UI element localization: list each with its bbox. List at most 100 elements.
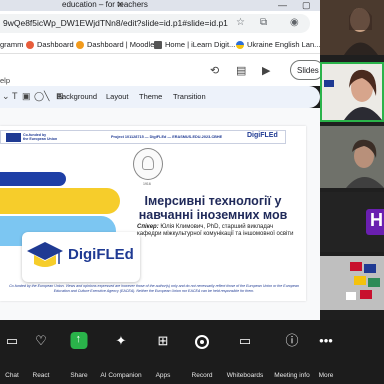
slide-footer: Co-funded by the European Union. Views a…: [9, 284, 299, 293]
bookmarks-bar: gramm Dashboard Dashboard | Moodle Home …: [0, 36, 320, 54]
comment-icon[interactable]: ▤: [236, 64, 246, 77]
speaker-heading: Спікер:: [137, 224, 159, 230]
video-icon[interactable]: ▶: [262, 64, 270, 77]
toolbar-layout[interactable]: Layout: [106, 92, 129, 101]
sparkle-icon: ✦: [115, 333, 127, 348]
logo-text: DigiFLEd: [68, 246, 134, 263]
whiteboard-icon: ▭: [238, 333, 252, 348]
participant-video-2: [322, 64, 382, 120]
university-seal-icon: [133, 148, 163, 180]
share-label: Share: [70, 372, 88, 379]
chat-button[interactable]: ▭ Chat: [0, 320, 24, 384]
more-icon: •••: [319, 333, 333, 348]
maximize-icon[interactable]: ▢: [302, 0, 311, 10]
react-label: React: [32, 372, 50, 379]
tab-title[interactable]: education – for teachers: [62, 0, 148, 10]
image-icon[interactable]: ▣: [22, 91, 31, 102]
info-icon: ⓘ: [285, 333, 299, 348]
bookmark-label: Home | iLearn Digit...: [165, 40, 236, 49]
share-icon: ↑: [70, 332, 88, 349]
speaker-block[interactable]: Спікер: Юлія Климович, PhD, старший викл…: [137, 224, 297, 238]
participant-tile-5[interactable]: [320, 256, 384, 310]
eu-label: Co-funded by the European Union: [23, 133, 58, 141]
header-logo: DigiFLEd: [247, 132, 278, 139]
toolbar-transition[interactable]: Transition: [173, 92, 206, 101]
profile-icon[interactable]: ◉: [290, 17, 299, 28]
ai-companion-label: AI Companion: [100, 372, 142, 379]
ilearn-icon: [154, 40, 162, 49]
slide-title[interactable]: Імерсивні технології у навчанні іноземни…: [128, 194, 298, 222]
address-bar-row: 9wQe8f5icWp_DW1EWjdTNn8/edit?slide=id.p1…: [0, 11, 320, 36]
text-box-icon[interactable]: T: [12, 91, 18, 101]
bookmark-label: Ukraine English Lan...: [247, 40, 321, 49]
participant-video-5: [320, 256, 384, 310]
apps-button[interactable]: ⊞ Apps: [146, 320, 180, 384]
toolbar-background[interactable]: Background: [57, 92, 97, 101]
bookmark-3[interactable]: Dashboard | Moodle: [76, 40, 154, 49]
ukraine-icon: [236, 40, 244, 49]
bookmark-label: gramm: [0, 40, 24, 49]
more-label: More: [318, 372, 334, 379]
bookmark-label: Dashboard: [37, 40, 74, 49]
eu-flag-icon: [6, 133, 21, 142]
seal-year: 1916: [143, 182, 151, 186]
url-text[interactable]: 9wQe8f5icWp_DW1EWjdTNn8/edit?slide=id.p1…: [3, 18, 228, 28]
slide[interactable]: Co-funded by the European Union Project …: [0, 126, 306, 301]
apps-icon: ⊞: [157, 333, 169, 348]
participant-tile-2-active-speaker[interactable]: [320, 62, 384, 122]
history-icon[interactable]: ⟲: [210, 64, 219, 77]
moodle-icon: [76, 40, 84, 49]
star-icon[interactable]: ☆: [236, 17, 245, 28]
toolbar-theme[interactable]: Theme: [139, 92, 162, 101]
record-button[interactable]: Record: [186, 320, 218, 384]
record-label: Record: [191, 372, 213, 379]
zoom-control-bar: ▭ Chat ♡ React ↑ Share ✦ AI Companion ⊞ …: [0, 320, 384, 384]
apps-label: Apps: [155, 372, 171, 379]
whiteboards-button[interactable]: ▭ Whiteboards: [222, 320, 268, 384]
participant-avatar: H: [366, 209, 384, 235]
participant-tile-4[interactable]: H: [320, 192, 384, 252]
participant-tile-3[interactable]: [320, 126, 384, 188]
slides-app-bar: elp ⟲ ▤ ▶ Slides: [0, 54, 324, 86]
chat-label: Chat: [5, 372, 19, 379]
bookmark-2[interactable]: Dashboard: [26, 40, 74, 49]
meeting-info-button[interactable]: ⓘ Meeting info: [272, 320, 312, 384]
ai-companion-button[interactable]: ✦ AI Companion: [98, 320, 144, 384]
extension-icon[interactable]: ⧉: [260, 17, 267, 28]
slide-header-banner: Co-funded by the European Union Project …: [0, 130, 286, 144]
chat-icon: ▭: [5, 333, 19, 348]
minimize-icon[interactable]: —: [278, 0, 287, 10]
digifled-logo: DigiFLEd: [22, 232, 140, 282]
record-icon: [195, 335, 209, 349]
slideshow-button[interactable]: Slides: [290, 60, 324, 80]
screen: education – for teachers ✕ — ▢ 9wQe8f5ic…: [0, 0, 384, 384]
meeting-info-label: Meeting info: [274, 372, 310, 379]
chevron-down-icon[interactable]: ⌄: [2, 91, 10, 102]
more-button[interactable]: ••• More: [314, 320, 338, 384]
bookmark-favicon-icon: [26, 40, 34, 49]
browser-tab-strip: education – for teachers ✕ — ▢: [0, 0, 320, 11]
react-button[interactable]: ♡ React: [26, 320, 56, 384]
close-tab-icon[interactable]: ✕: [117, 0, 124, 10]
share-button[interactable]: ↑ Share: [64, 320, 94, 384]
bookmark-4[interactable]: Home | iLearn Digit...: [154, 40, 235, 49]
line-icon[interactable]: ╲: [44, 91, 49, 102]
speaker-text: Юлія Климович, PhD, старший викладач каф…: [137, 224, 294, 237]
address-bar[interactable]: 9wQe8f5icWp_DW1EWjdTNn8/edit?slide=id.p1…: [0, 14, 310, 33]
blue-stripe: [0, 172, 66, 186]
whiteboards-label: Whiteboards: [226, 372, 264, 379]
graduation-cap-icon: [27, 242, 63, 267]
bookmark-label: Dashboard | Moodle: [87, 40, 155, 49]
help-menu[interactable]: elp: [0, 76, 10, 85]
yellow-stripe: [0, 188, 120, 214]
shape-icon[interactable]: ◯: [34, 91, 44, 102]
participants-panel: H: [320, 0, 384, 320]
participant-tile-1[interactable]: [320, 0, 384, 55]
slideshow-label: Slides: [297, 66, 319, 75]
bookmark-5[interactable]: Ukraine English Lan...: [236, 40, 320, 49]
slides-toolbar: ⌄ T ▣ ◯ ╲ ⊞ Background Layout Theme Tran…: [0, 86, 320, 108]
project-label: Project 101128715 — DigiFLEd — ERASMUS-E…: [111, 135, 223, 139]
bookmark-1[interactable]: gramm: [0, 40, 23, 49]
participant-video-1: [320, 0, 384, 55]
participant-video-3: [320, 126, 384, 188]
